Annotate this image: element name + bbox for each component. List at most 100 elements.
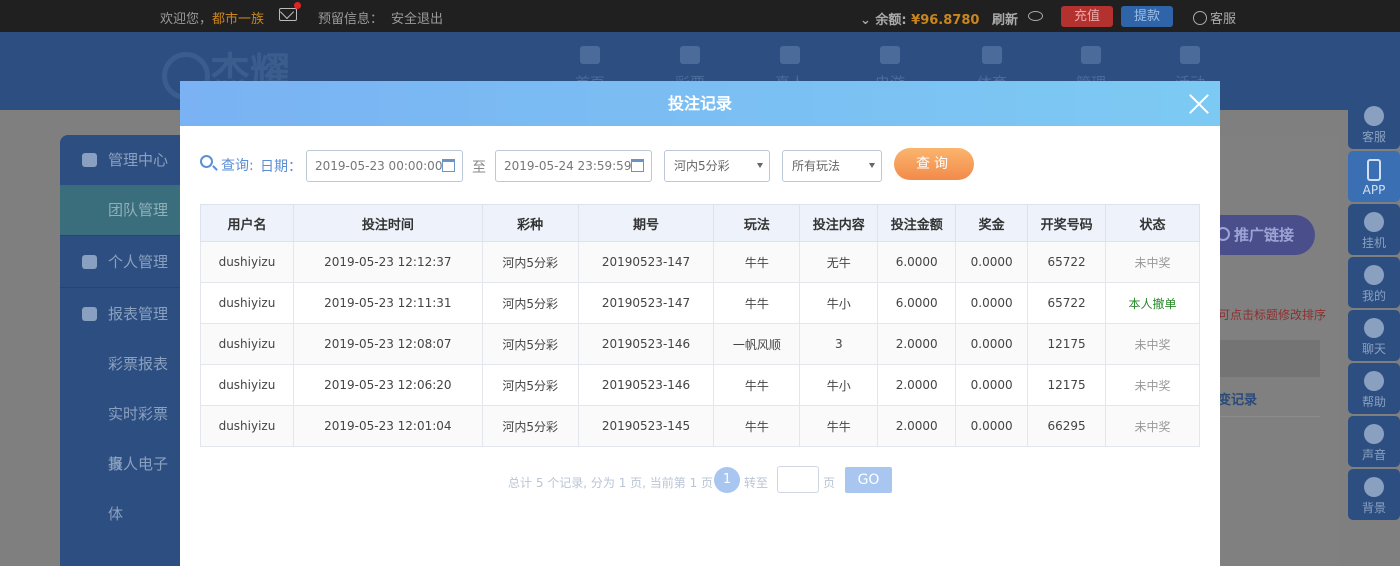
cell-draw-number: 65722 (1027, 241, 1107, 283)
float-label: 我的 (1361, 289, 1386, 303)
palette-icon (1364, 477, 1384, 497)
float-service-button[interactable]: 客服 (1348, 98, 1400, 149)
customer-service-link[interactable]: 客服 (1193, 8, 1236, 27)
cell-status: 未中奖 (1105, 405, 1200, 447)
cell-username: dushiyizu (200, 323, 294, 365)
float-label: 聊天 (1361, 342, 1386, 356)
float-sound-button[interactable]: 声音 (1348, 416, 1400, 467)
column-header-prize[interactable]: 奖金 (955, 204, 1029, 242)
cell-issue: 20190523-146 (577, 364, 715, 406)
help-icon (1364, 371, 1384, 391)
sidebar-item-personal-management[interactable]: 个人管理 (60, 237, 180, 287)
lottery-type-select[interactable]: 河内5分彩 (664, 150, 770, 182)
close-icon[interactable] (1188, 93, 1210, 115)
cell-bet-amount: 6.0000 (877, 241, 957, 283)
home-icon (580, 46, 600, 64)
float-autobet-button[interactable]: 挂机 (1348, 204, 1400, 255)
column-header-status[interactable]: 状态 (1105, 204, 1200, 242)
cell-prize: 0.0000 (955, 323, 1029, 365)
play-type-select[interactable]: 所有玩法 (782, 150, 882, 182)
pagination: 总计 5 个记录, 分为 1 页, 当前第 1 页 1 转至 页 GO (180, 466, 1220, 496)
cell-draw-number: 65722 (1027, 282, 1107, 324)
sidebar-item-team-management[interactable]: 团队管理 (60, 185, 180, 235)
sidebar-item-realtime-lottery-report[interactable]: 实时彩票报 (60, 389, 180, 473)
goto-label: 转至 (744, 476, 769, 490)
sidebar-item-label: 团队管理 (108, 201, 169, 219)
column-header-lottery[interactable]: 彩种 (481, 204, 579, 242)
customer-service-label: 客服 (1210, 12, 1237, 27)
date-to-input[interactable]: 2019-05-24 23:59:59 (495, 150, 652, 182)
column-header-issue[interactable]: 期号 (577, 204, 715, 242)
cell-bet-content: 3 (799, 323, 879, 365)
username[interactable]: 都市一族 (212, 12, 264, 27)
float-background-button[interactable]: 背景 (1348, 469, 1400, 520)
mail-icon[interactable] (279, 2, 301, 21)
column-header-username[interactable]: 用户名 (200, 204, 294, 242)
welcome-text: 欢迎您，都市一族 (160, 8, 264, 27)
column-header-bet-amount[interactable]: 投注金额 (877, 204, 957, 242)
cell-bet-content: 牛牛 (799, 405, 879, 447)
table-row[interactable]: dushiyizu 2019-05-23 12:08:07 河内5分彩 2019… (200, 323, 1200, 365)
table-row[interactable]: dushiyizu 2019-05-23 12:06:20 河内5分彩 2019… (200, 364, 1200, 406)
page-number-button[interactable]: 1 (714, 467, 740, 493)
change-record-link[interactable]: 变记录 (1218, 389, 1257, 408)
cell-status: 未中奖 (1105, 364, 1200, 406)
hide-balance-icon[interactable] (1028, 11, 1043, 21)
cell-play: 牛牛 (713, 282, 801, 324)
chat-bubble-icon (1193, 11, 1207, 25)
cell-lottery: 河内5分彩 (481, 364, 579, 406)
cell-prize: 0.0000 (955, 364, 1029, 406)
speaker-icon (1364, 424, 1384, 444)
cell-username: dushiyizu (200, 364, 294, 406)
page-jump-input[interactable] (777, 466, 819, 493)
float-label: 背景 (1361, 501, 1386, 515)
table-row[interactable]: dushiyizu 2019-05-23 12:01:04 河内5分彩 2019… (200, 405, 1200, 447)
table-row[interactable]: dushiyizu 2019-05-23 12:11:31 河内5分彩 2019… (200, 282, 1200, 324)
cell-prize: 0.0000 (955, 241, 1029, 283)
date-from-value: 2019-05-23 00:00:00 (315, 159, 443, 173)
column-header-bet-content[interactable]: 投注内容 (799, 204, 879, 242)
sidebar-item-live-electronic-report[interactable]: 真人电子体 (60, 439, 180, 523)
cell-lottery: 河内5分彩 (481, 323, 579, 365)
cell-play: 牛牛 (713, 364, 801, 406)
float-help-button[interactable]: 帮助 (1348, 363, 1400, 414)
sidebar-item-report-management[interactable]: 报表管理 (60, 289, 180, 339)
go-button[interactable]: GO (845, 467, 892, 493)
sidebar-item-label: 真人电子体 (108, 455, 169, 523)
float-chat-button[interactable]: 聊天 (1348, 310, 1400, 361)
reserve-info-label: 预留信息： (318, 12, 384, 27)
play-type-value: 所有玩法 (792, 159, 841, 173)
calendar-icon[interactable] (631, 159, 644, 172)
cell-bet-time: 2019-05-23 12:06:20 (292, 364, 483, 406)
column-header-play[interactable]: 玩法 (713, 204, 801, 242)
query-button[interactable]: 查询 (894, 148, 974, 180)
query-label: 查询: (221, 158, 254, 174)
float-label: 声音 (1361, 448, 1386, 462)
cell-prize: 0.0000 (955, 405, 1029, 447)
column-header-bet-time[interactable]: 投注时间 (292, 204, 483, 242)
calendar-icon[interactable] (442, 159, 455, 172)
modal-title: 投注记录 (667, 94, 732, 113)
recharge-button[interactable]: 充值 (1061, 6, 1113, 27)
table-row[interactable]: dushiyizu 2019-05-23 12:12:37 河内5分彩 2019… (200, 241, 1200, 283)
cell-lottery: 河内5分彩 (481, 282, 579, 324)
user-icon (1364, 265, 1384, 285)
search-icon (200, 155, 213, 168)
table-header-row: 用户名 投注时间 彩种 期号 玩法 投注内容 投注金额 奖金 开奖号码 状态 (200, 204, 1200, 242)
logout-link[interactable]: 安全退出 (391, 8, 443, 27)
sidebar-item-lottery-report[interactable]: 彩票报表 (60, 339, 180, 389)
trophy-icon (982, 46, 1002, 64)
float-mine-button[interactable]: 我的 (1348, 257, 1400, 308)
sort-hint-text: 可点击标题修改排序 (1218, 308, 1327, 322)
date-from-input[interactable]: 2019-05-23 00:00:00 (306, 150, 463, 182)
cell-lottery: 河内5分彩 (481, 405, 579, 447)
column-header-draw-number[interactable]: 开奖号码 (1027, 204, 1107, 242)
sidebar-item-label: 报表管理 (108, 305, 169, 323)
page-unit-label: 页 (823, 476, 836, 490)
refresh-button[interactable]: 刷新 (992, 9, 1018, 28)
sidebar-item-management-center[interactable]: 管理中心 (60, 135, 180, 185)
cell-draw-number: 66295 (1027, 405, 1107, 447)
ticket-icon (680, 46, 700, 64)
float-app-button[interactable]: APP (1348, 151, 1400, 202)
withdraw-button[interactable]: 提款 (1121, 6, 1173, 27)
